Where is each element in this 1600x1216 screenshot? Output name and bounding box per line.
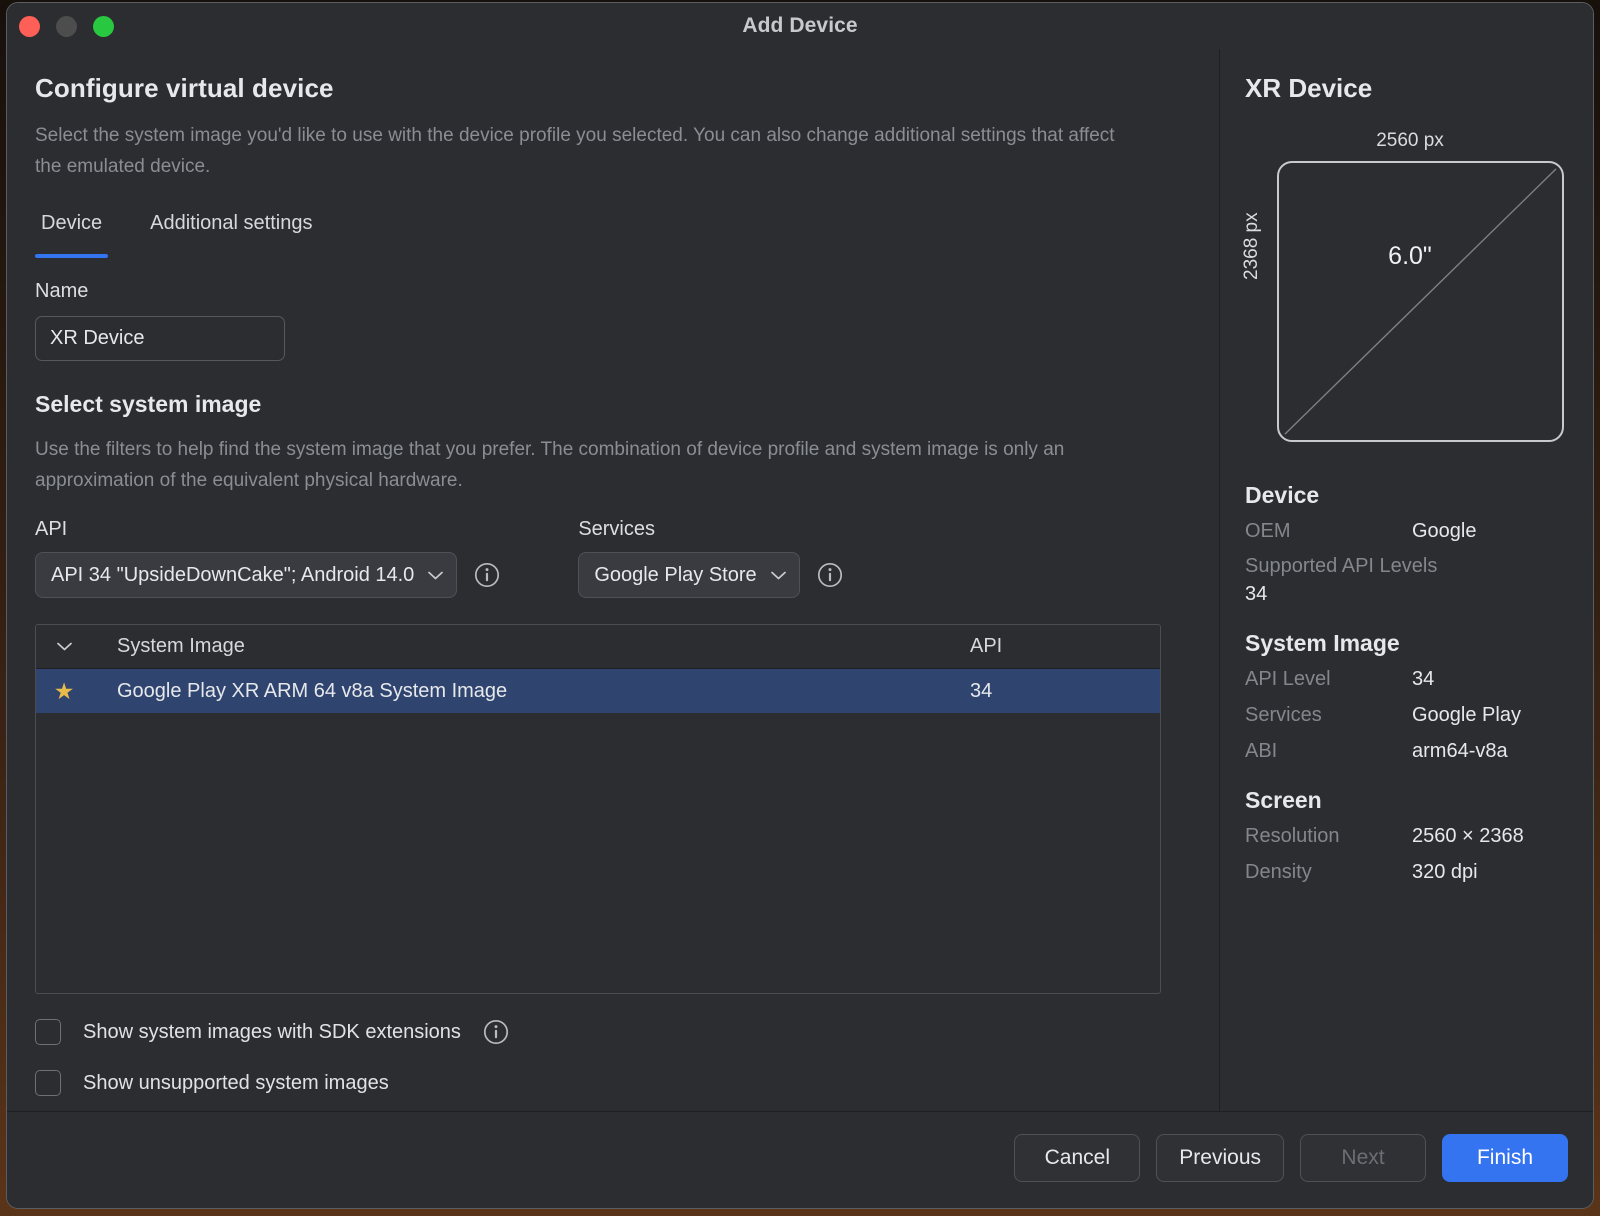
spec-key: Resolution bbox=[1245, 822, 1412, 850]
row-api-level: 34 bbox=[930, 680, 1160, 703]
table-expander-toggle[interactable] bbox=[36, 642, 92, 651]
preview-width-label: 2560 px bbox=[1245, 130, 1575, 152]
spec-value: 2560 × 2368 bbox=[1412, 822, 1524, 850]
spec-group-heading-screen: Screen bbox=[1245, 787, 1573, 814]
device-preview: 2560 px 2368 px 6.0" bbox=[1245, 130, 1575, 460]
spec-key: OEM bbox=[1245, 517, 1412, 545]
chevron-down-icon bbox=[771, 571, 786, 580]
footer-button-group: Cancel Previous Next Finish bbox=[1014, 1134, 1568, 1182]
finish-button[interactable]: Finish bbox=[1442, 1134, 1568, 1182]
dialog-footer: Cancel Previous Next Finish bbox=[7, 1111, 1593, 1209]
diagonal-line bbox=[1279, 163, 1562, 440]
device-name-input[interactable] bbox=[35, 316, 285, 361]
spec-row-api-level: API Level 34 bbox=[1245, 665, 1573, 693]
column-header-system-image[interactable]: System Image bbox=[92, 635, 930, 658]
api-select-value: API 34 "UpsideDownCake"; Android 14.0 bbox=[51, 564, 414, 587]
preview-diagonal-label: 6.0" bbox=[1245, 242, 1575, 271]
spec-row-oem: OEM Google bbox=[1245, 517, 1573, 545]
spec-value: 34 bbox=[1245, 580, 1573, 608]
tab-bar: Device Additional settings bbox=[35, 212, 1189, 258]
api-filter-group: API API 34 "UpsideDownCake"; Android 14.… bbox=[35, 518, 500, 598]
page-title: Configure virtual device bbox=[35, 73, 1189, 104]
row-system-image-name: Google Play XR ARM 64 v8a System Image bbox=[92, 680, 930, 703]
api-info-icon[interactable] bbox=[474, 562, 500, 588]
next-button: Next bbox=[1300, 1134, 1426, 1182]
spec-key: Density bbox=[1245, 858, 1412, 886]
spec-row-supported-api-levels: Supported API Levels 34 bbox=[1245, 552, 1573, 608]
spec-value: 320 dpi bbox=[1412, 858, 1478, 886]
previous-button[interactable]: Previous bbox=[1156, 1134, 1284, 1182]
table-row[interactable]: ★ Google Play XR ARM 64 v8a System Image… bbox=[36, 669, 1160, 713]
show-unsupported-images-checkbox[interactable] bbox=[35, 1070, 61, 1096]
window-titlebar: Add Device bbox=[7, 3, 1593, 49]
spec-row-resolution: Resolution 2560 × 2368 bbox=[1245, 822, 1573, 850]
page-description: Select the system image you'd like to us… bbox=[35, 120, 1125, 182]
dialog-body: Configure virtual device Select the syst… bbox=[7, 49, 1593, 1111]
services-info-icon[interactable] bbox=[817, 562, 843, 588]
tab-device[interactable]: Device bbox=[35, 212, 108, 258]
spec-key: Services bbox=[1245, 701, 1412, 729]
window-title: Add Device bbox=[7, 14, 1593, 38]
device-details-pane: XR Device 2560 px 2368 px 6.0" Device OE… bbox=[1220, 49, 1593, 1111]
services-filter-group: Services Google Play Store bbox=[578, 518, 842, 598]
details-title: XR Device bbox=[1245, 73, 1573, 104]
tab-additional-settings[interactable]: Additional settings bbox=[144, 212, 318, 258]
name-label: Name bbox=[35, 280, 1189, 303]
preview-screen-outline bbox=[1277, 161, 1564, 442]
filter-row: API API 34 "UpsideDownCake"; Android 14.… bbox=[35, 518, 1189, 598]
services-select[interactable]: Google Play Store bbox=[578, 552, 799, 598]
sdk-extensions-checkbox-row: Show system images with SDK extensions bbox=[35, 1019, 1189, 1045]
star-icon[interactable]: ★ bbox=[54, 680, 75, 703]
show-sdk-extensions-checkbox[interactable] bbox=[35, 1019, 61, 1045]
unsupported-images-checkbox-row: Show unsupported system images bbox=[35, 1070, 1189, 1096]
spec-value: Google Play bbox=[1412, 701, 1521, 729]
spec-value: arm64-v8a bbox=[1412, 737, 1508, 765]
system-image-table[interactable]: System Image API ★ Google Play XR ARM 64… bbox=[35, 624, 1161, 994]
spec-value: Google bbox=[1412, 517, 1477, 545]
spec-key: API Level bbox=[1245, 665, 1412, 693]
api-filter-label: API bbox=[35, 518, 500, 541]
select-system-image-description: Use the filters to help find the system … bbox=[35, 434, 1125, 496]
chevron-down-icon bbox=[428, 571, 443, 580]
spec-group-heading-device: Device bbox=[1245, 482, 1573, 509]
select-system-image-title: Select system image bbox=[35, 391, 1189, 418]
services-filter-label: Services bbox=[578, 518, 842, 541]
show-unsupported-images-label: Show unsupported system images bbox=[83, 1072, 389, 1095]
spec-key: ABI bbox=[1245, 737, 1412, 765]
cancel-button[interactable]: Cancel bbox=[1014, 1134, 1140, 1182]
services-select-value: Google Play Store bbox=[594, 564, 756, 587]
add-device-window: Add Device Configure virtual device Sele… bbox=[6, 2, 1594, 1209]
table-header-row: System Image API bbox=[36, 625, 1160, 669]
configure-pane: Configure virtual device Select the syst… bbox=[7, 49, 1219, 1111]
spec-key: Supported API Levels bbox=[1245, 555, 1437, 577]
show-sdk-extensions-label: Show system images with SDK extensions bbox=[83, 1021, 461, 1044]
column-header-api[interactable]: API bbox=[930, 635, 1160, 658]
spec-row-abi: ABI arm64-v8a bbox=[1245, 737, 1573, 765]
spec-row-density: Density 320 dpi bbox=[1245, 858, 1573, 886]
spec-group-heading-system-image: System Image bbox=[1245, 630, 1573, 657]
spec-row-services: Services Google Play bbox=[1245, 701, 1573, 729]
sdk-extensions-info-icon[interactable] bbox=[483, 1019, 509, 1045]
row-star-cell: ★ bbox=[36, 680, 92, 703]
api-select[interactable]: API 34 "UpsideDownCake"; Android 14.0 bbox=[35, 552, 457, 598]
chevron-down-icon bbox=[57, 642, 72, 651]
spec-value: 34 bbox=[1412, 665, 1434, 693]
